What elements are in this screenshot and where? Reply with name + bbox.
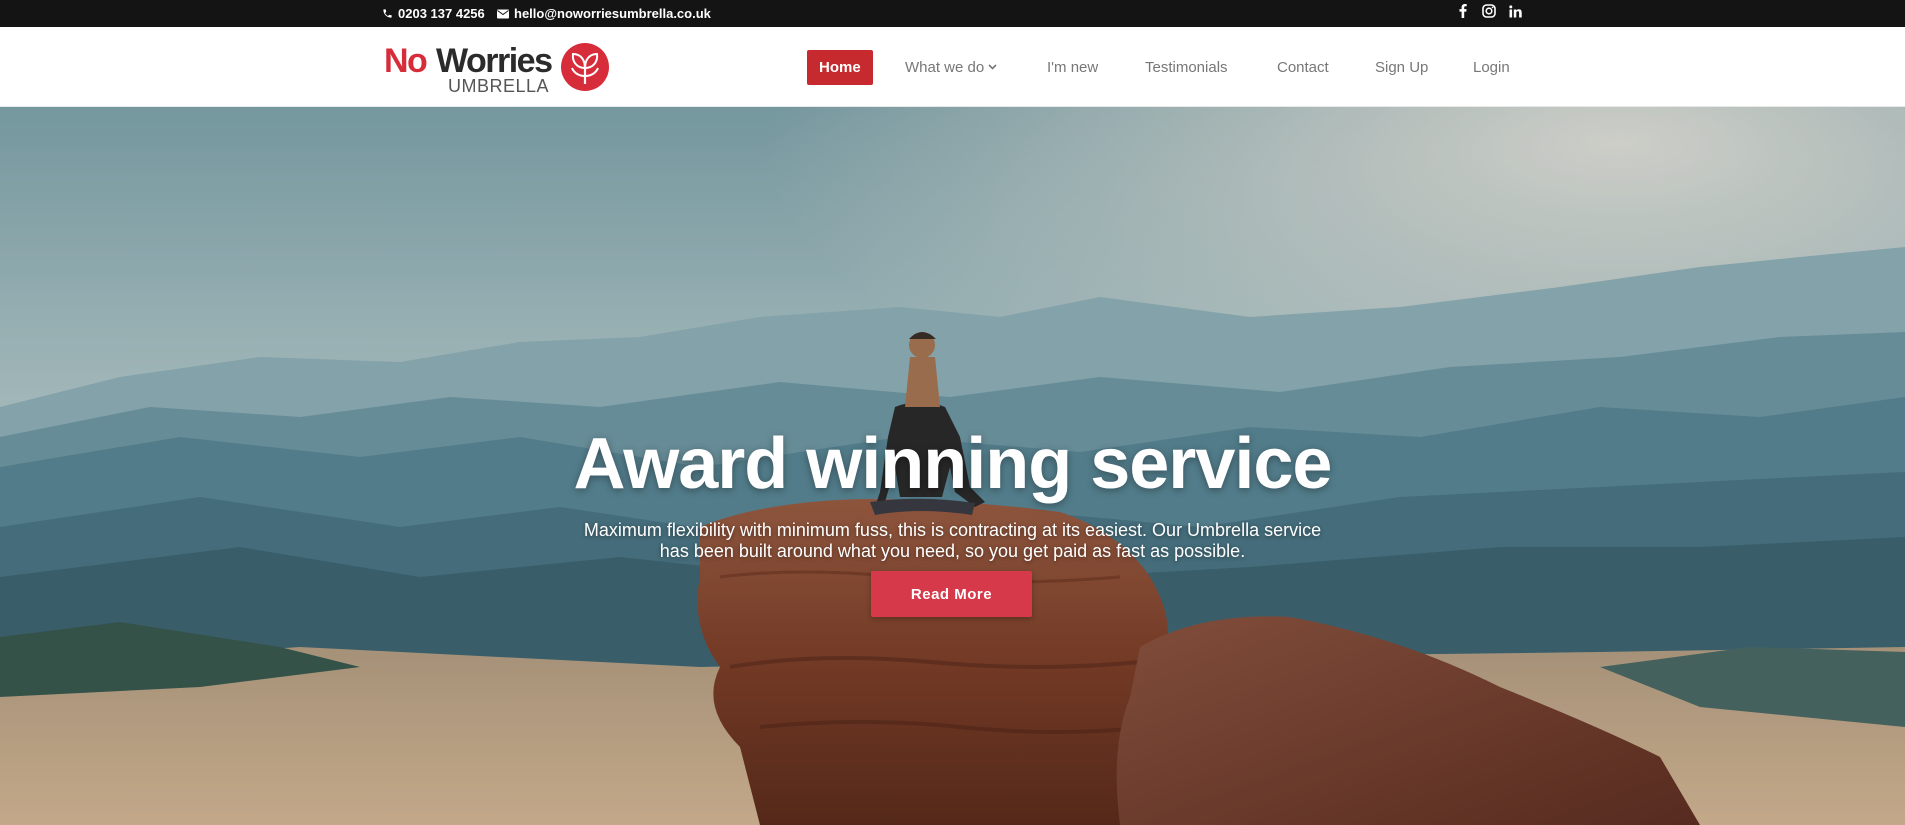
nav-contact[interactable]: Contact [1277,27,1329,107]
nav-what-we-do[interactable]: What we do [905,27,997,107]
phone-number: 0203 137 4256 [398,6,485,21]
logo-word-no: No [384,42,428,80]
hero-subtitle: Maximum flexibility with minimum fuss, t… [583,520,1322,561]
email-address: hello@noworriesumbrella.co.uk [514,6,711,21]
nav-testimonials[interactable]: Testimonials [1145,27,1228,107]
logo-flower-icon [561,43,609,91]
phone-contact[interactable]: 0203 137 4256 [382,0,485,27]
top-bar: 0203 137 4256 hello@noworriesumbrella.co… [0,0,1905,27]
read-more-button[interactable]: Read More [871,571,1032,617]
nav-im-new[interactable]: I'm new [1047,27,1098,107]
linkedin-link[interactable] [1505,0,1525,22]
logo-word-umbrella: UMBRELLA [448,76,550,96]
chevron-down-icon [988,64,997,70]
nav-login[interactable]: Login [1473,27,1510,107]
facebook-icon [1459,4,1467,18]
email-contact[interactable]: hello@noworriesumbrella.co.uk [497,0,711,27]
hero-section: Award winning service Maximum flexibilit… [0,107,1905,825]
site-header: No Worries UMBRELLA Home What we do I'm … [0,27,1905,107]
phone-icon [383,9,392,18]
site-logo[interactable]: No Worries UMBRELLA [384,40,614,96]
nav-home[interactable]: Home [807,50,873,85]
linkedin-icon [1508,4,1522,17]
instagram-icon [1482,4,1496,18]
facebook-link[interactable] [1453,0,1473,22]
nav-sign-up[interactable]: Sign Up [1375,27,1428,107]
mail-icon [497,9,509,18]
hero-title: Award winning service [573,424,1333,504]
nav-what-we-do-label: What we do [905,58,985,76]
instagram-link[interactable] [1479,0,1499,22]
